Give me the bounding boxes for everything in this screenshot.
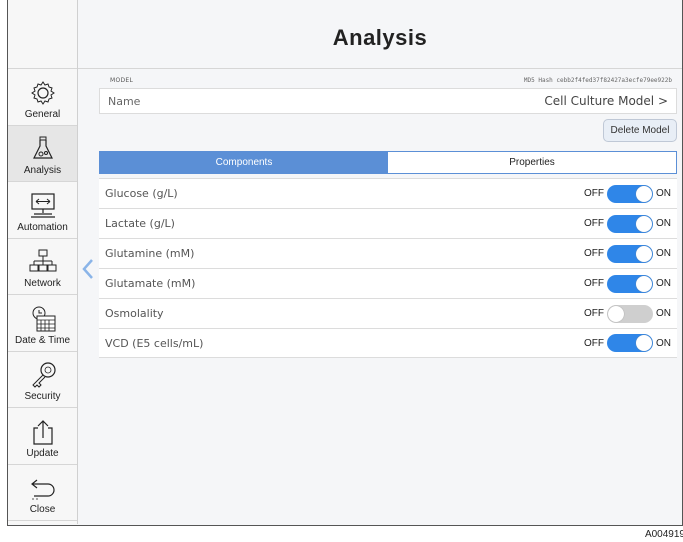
list-item: Glutamate (mM) OFF ON bbox=[99, 268, 677, 298]
sidebar-item-general[interactable]: General bbox=[8, 69, 77, 126]
toggle-switch[interactable] bbox=[607, 274, 653, 293]
sidebar-item-label: General bbox=[24, 108, 61, 120]
sidebar-item-update[interactable]: Update bbox=[8, 408, 77, 465]
delete-model-button[interactable]: Delete Model bbox=[603, 119, 677, 142]
toggle-switch[interactable] bbox=[607, 184, 653, 203]
toggle-knob bbox=[636, 245, 652, 262]
toggle-switch[interactable] bbox=[607, 334, 653, 352]
component-name: VCD (E5 cells/mL) bbox=[105, 336, 204, 350]
sidebar-item-date-time[interactable]: Date & Time bbox=[8, 295, 77, 352]
list-item: Glutamine (mM) OFF ON bbox=[99, 238, 677, 268]
sidebar-item-label: Date & Time bbox=[14, 334, 71, 346]
toggle-knob bbox=[636, 335, 652, 351]
toggle-off-label: OFF bbox=[584, 188, 604, 199]
sidebar-item-network[interactable]: Network bbox=[8, 239, 77, 295]
toggle-on-label: ON bbox=[656, 188, 671, 199]
sidebar-header bbox=[8, 0, 77, 69]
list-item: Lactate (g/L) OFF ON bbox=[99, 208, 677, 238]
toggle-off-label: OFF bbox=[584, 278, 604, 289]
component-name: Osmolality bbox=[105, 307, 164, 320]
gear-icon bbox=[30, 80, 55, 105]
component-name: Glucose (g/L) bbox=[105, 187, 178, 200]
toggle-knob bbox=[636, 275, 652, 292]
sidebar-item-close[interactable]: Close bbox=[8, 465, 77, 521]
key-icon bbox=[31, 362, 56, 388]
toggle-knob bbox=[636, 185, 652, 202]
sidebar-item-label: Network bbox=[24, 278, 61, 289]
toggle-group: OFF ON bbox=[584, 214, 671, 233]
sidebar-item-automation[interactable]: Automation bbox=[8, 182, 77, 239]
md5-hash: MD5 Hash cebb2f4fed37f82427a3ecfe79ee922… bbox=[523, 77, 672, 84]
component-name: Glutamine (mM) bbox=[105, 247, 195, 260]
list-item: Osmolality OFF ON bbox=[99, 298, 677, 328]
model-name-key: Name bbox=[108, 94, 141, 108]
sidebar-item-label: Automation bbox=[17, 221, 68, 233]
tab-components[interactable]: Components bbox=[100, 152, 388, 173]
figure-code: A004919 bbox=[644, 529, 683, 540]
toggle-on-label: ON bbox=[656, 337, 671, 349]
toggle-on-label: ON bbox=[656, 218, 671, 229]
tab-properties[interactable]: Properties bbox=[388, 152, 676, 173]
tab-bar: Components Properties bbox=[99, 151, 677, 174]
toggle-switch[interactable] bbox=[607, 304, 653, 323]
toggle-knob bbox=[636, 215, 652, 232]
toggle-off-label: OFF bbox=[584, 337, 604, 349]
toggle-switch[interactable] bbox=[607, 244, 653, 263]
model-name-row[interactable]: Name Cell Culture Model > bbox=[99, 88, 677, 114]
toggle-group: OFF ON bbox=[584, 274, 671, 293]
sidebar-item-analysis[interactable]: Analysis bbox=[8, 125, 77, 182]
sidebar-item-label: Analysis bbox=[23, 165, 62, 176]
component-name: Lactate (g/L) bbox=[105, 217, 175, 230]
app-window: General Analysis Automation Network Date… bbox=[7, 0, 683, 526]
header-divider bbox=[78, 68, 682, 69]
model-section-label: MODEL bbox=[110, 77, 134, 84]
toggle-group: OFF ON bbox=[584, 244, 671, 263]
flask-icon bbox=[32, 136, 53, 159]
upload-icon bbox=[32, 419, 53, 445]
collapse-sidebar-chevron-icon[interactable] bbox=[81, 258, 95, 280]
toggle-group: OFF ON bbox=[584, 304, 671, 323]
toggle-knob bbox=[608, 305, 624, 322]
toggle-off-label: OFF bbox=[584, 218, 604, 229]
toggle-switch[interactable] bbox=[607, 214, 653, 233]
toggle-group: OFF ON bbox=[584, 184, 671, 203]
sidebar-item-label: Close bbox=[29, 504, 56, 515]
toggle-on-label: ON bbox=[656, 278, 671, 289]
components-list: Glucose (g/L) OFF ON Lactate (g/L) OFF O… bbox=[99, 178, 677, 358]
page-title: Analysis bbox=[332, 25, 428, 50]
sidebar: General Analysis Automation Network Date… bbox=[8, 0, 78, 524]
monitor-arrows-icon bbox=[30, 192, 55, 218]
back-arrow-icon bbox=[30, 479, 55, 500]
toggle-on-label: ON bbox=[656, 248, 671, 259]
toggle-on-label: ON bbox=[656, 308, 671, 319]
list-item: VCD (E5 cells/mL) OFF ON bbox=[99, 328, 677, 358]
toggle-group: OFF ON bbox=[584, 334, 671, 352]
sidebar-item-security[interactable]: Security bbox=[8, 352, 77, 408]
component-name: Glutamate (mM) bbox=[105, 277, 196, 290]
list-item: Glucose (g/L) OFF ON bbox=[99, 178, 677, 208]
toggle-off-label: OFF bbox=[584, 308, 604, 319]
toggle-off-label: OFF bbox=[584, 248, 604, 259]
network-icon bbox=[29, 249, 56, 272]
model-name-value: Cell Culture Model > bbox=[544, 94, 668, 108]
calendar-clock-icon bbox=[32, 306, 55, 331]
sidebar-item-label: Security bbox=[24, 391, 61, 402]
sidebar-item-label: Update bbox=[26, 447, 59, 459]
